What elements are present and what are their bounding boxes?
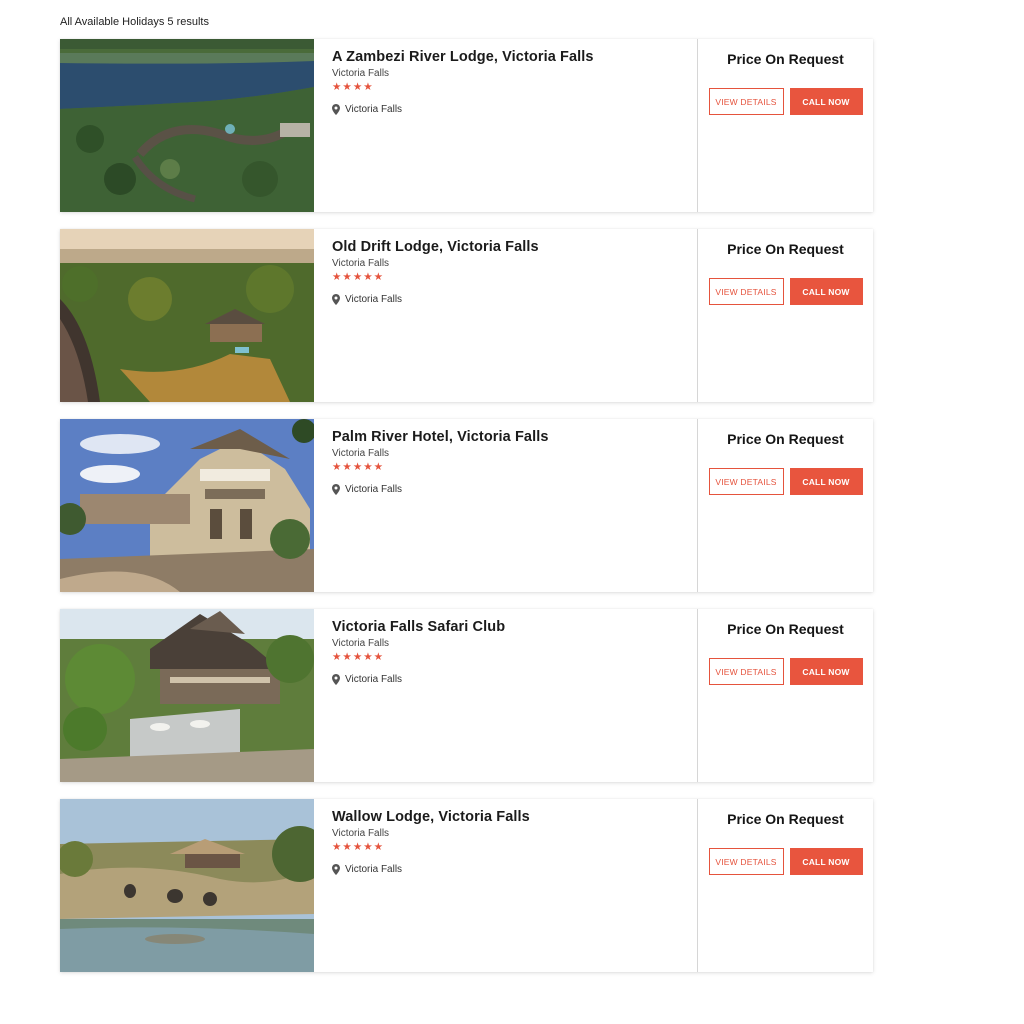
location-label: Victoria Falls <box>345 864 403 875</box>
listing-card: Wallow Lodge, Victoria Falls Victoria Fa… <box>60 799 873 972</box>
map-pin-icon <box>332 484 340 495</box>
hotel-photo-image <box>60 609 314 782</box>
call-now-button[interactable]: CALL NOW <box>789 658 863 685</box>
listing-info: Old Drift Lodge, Victoria Falls Victoria… <box>314 229 697 402</box>
listing-card: Victoria Falls Safari Club Victoria Fall… <box>60 609 873 782</box>
listing-info: Victoria Falls Safari Club Victoria Fall… <box>314 609 697 782</box>
location-label: Victoria Falls <box>345 484 403 495</box>
map-pin-icon <box>332 674 340 685</box>
price-label: Price On Request <box>727 621 844 637</box>
hotel-photo[interactable] <box>60 799 314 972</box>
hotel-photo-image <box>60 39 314 212</box>
price-label: Price On Request <box>727 811 844 827</box>
call-now-button[interactable]: CALL NOW <box>789 468 863 495</box>
hotel-location: Victoria Falls <box>332 294 697 305</box>
hotel-photo[interactable] <box>60 39 314 212</box>
hotel-name[interactable]: Palm River Hotel, Victoria Falls <box>332 429 697 445</box>
hotel-photo-image <box>60 419 314 592</box>
price-label: Price On Request <box>727 241 844 257</box>
view-details-button[interactable]: VIEW DETAILS <box>708 848 784 875</box>
map-pin-icon <box>332 294 340 305</box>
hotel-name[interactable]: Wallow Lodge, Victoria Falls <box>332 809 697 825</box>
hotel-name[interactable]: Old Drift Lodge, Victoria Falls <box>332 239 697 255</box>
hotel-region: Victoria Falls <box>332 448 390 459</box>
listing-info: Palm River Hotel, Victoria Falls Victori… <box>314 419 697 592</box>
call-now-button[interactable]: CALL NOW <box>789 88 863 115</box>
results-list: A Zambezi River Lodge, Victoria Falls Vi… <box>60 39 873 989</box>
hotel-region: Victoria Falls <box>332 258 390 269</box>
hotel-name[interactable]: A Zambezi River Lodge, Victoria Falls <box>332 49 697 65</box>
listing-actions: Price On Request VIEW DETAILS CALL NOW <box>697 799 873 972</box>
hotel-location: Victoria Falls <box>332 864 697 875</box>
star-rating: ★★★★ <box>332 81 374 93</box>
hotel-photo[interactable] <box>60 419 314 592</box>
hotel-region: Victoria Falls <box>332 68 390 79</box>
listing-actions: Price On Request VIEW DETAILS CALL NOW <box>697 39 873 212</box>
view-details-button[interactable]: VIEW DETAILS <box>708 468 784 495</box>
listing-actions: Price On Request VIEW DETAILS CALL NOW <box>697 609 873 782</box>
view-details-button[interactable]: VIEW DETAILS <box>708 658 784 685</box>
listing-card: A Zambezi River Lodge, Victoria Falls Vi… <box>60 39 873 212</box>
hotel-location: Victoria Falls <box>332 484 697 495</box>
call-now-button[interactable]: CALL NOW <box>789 848 863 875</box>
listing-info: Wallow Lodge, Victoria Falls Victoria Fa… <box>314 799 697 972</box>
location-label: Victoria Falls <box>345 294 403 305</box>
hotel-photo-image <box>60 229 314 402</box>
star-rating: ★★★★★ <box>332 271 385 283</box>
hotel-photo[interactable] <box>60 229 314 402</box>
hotel-location: Victoria Falls <box>332 674 697 685</box>
hotel-region: Victoria Falls <box>332 828 390 839</box>
star-rating: ★★★★★ <box>332 461 385 473</box>
map-pin-icon <box>332 864 340 875</box>
listing-card: Palm River Hotel, Victoria Falls Victori… <box>60 419 873 592</box>
hotel-name[interactable]: Victoria Falls Safari Club <box>332 619 697 635</box>
hotel-photo[interactable] <box>60 609 314 782</box>
price-label: Price On Request <box>727 51 844 67</box>
map-pin-icon <box>332 104 340 115</box>
call-now-button[interactable]: CALL NOW <box>789 278 863 305</box>
listing-card: Old Drift Lodge, Victoria Falls Victoria… <box>60 229 873 402</box>
hotel-location: Victoria Falls <box>332 104 697 115</box>
listing-actions: Price On Request VIEW DETAILS CALL NOW <box>697 419 873 592</box>
hotel-region: Victoria Falls <box>332 638 390 649</box>
view-details-button[interactable]: VIEW DETAILS <box>708 88 784 115</box>
star-rating: ★★★★★ <box>332 841 385 853</box>
view-details-button[interactable]: VIEW DETAILS <box>708 278 784 305</box>
results-count: All Available Holidays 5 results <box>60 16 209 28</box>
price-label: Price On Request <box>727 431 844 447</box>
location-label: Victoria Falls <box>345 674 403 685</box>
listing-actions: Price On Request VIEW DETAILS CALL NOW <box>697 229 873 402</box>
hotel-photo-image <box>60 799 314 972</box>
star-rating: ★★★★★ <box>332 651 385 663</box>
location-label: Victoria Falls <box>345 104 403 115</box>
listing-info: A Zambezi River Lodge, Victoria Falls Vi… <box>314 39 697 212</box>
